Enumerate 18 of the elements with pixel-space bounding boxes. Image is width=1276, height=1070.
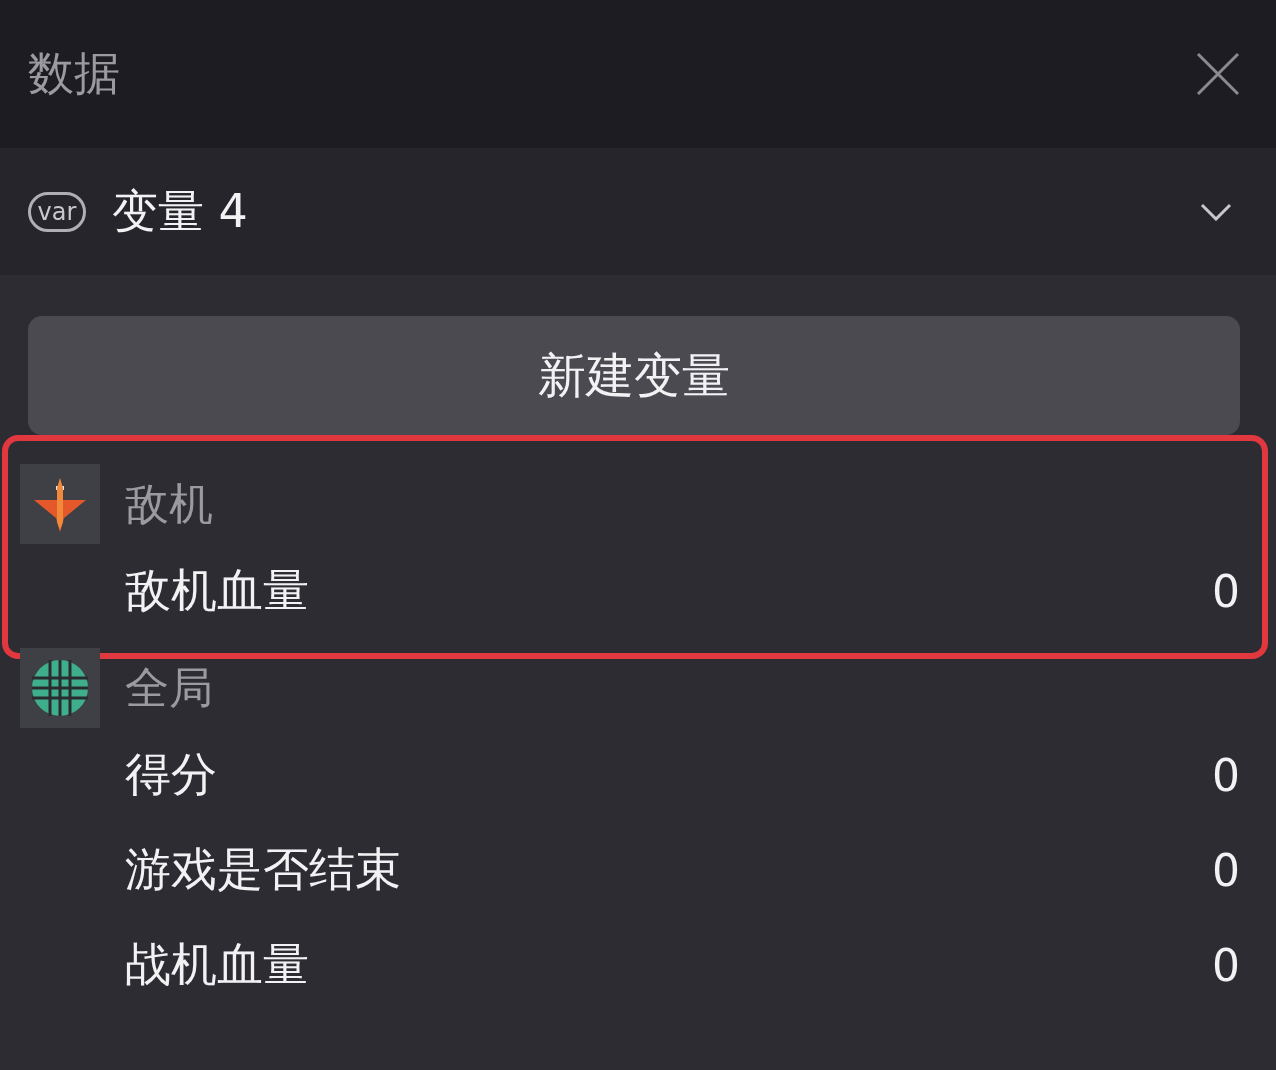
variable-name: 敌机血量 <box>125 562 309 619</box>
group-name: 敌机 <box>125 476 213 531</box>
variable-value: 0 <box>1212 844 1240 896</box>
globe-icon <box>20 648 100 728</box>
variable-name: 战机血量 <box>125 936 309 993</box>
panel-title: 数据 <box>28 45 120 102</box>
variable-value: 0 <box>1212 565 1240 617</box>
variable-selector[interactable]: var 变量 4 <box>0 148 1276 275</box>
new-variable-button[interactable]: 新建变量 <box>28 316 1240 435</box>
var-badge: var <box>28 191 86 232</box>
variable-value: 0 <box>1212 939 1240 991</box>
chevron-down-icon <box>1200 202 1232 221</box>
group-name: 全局 <box>125 660 213 715</box>
variable-name: 得分 <box>125 746 217 803</box>
plane-icon <box>20 464 100 544</box>
variable-value: 0 <box>1212 749 1240 801</box>
variable-name: 游戏是否结束 <box>125 841 401 898</box>
close-icon[interactable] <box>1196 52 1240 96</box>
